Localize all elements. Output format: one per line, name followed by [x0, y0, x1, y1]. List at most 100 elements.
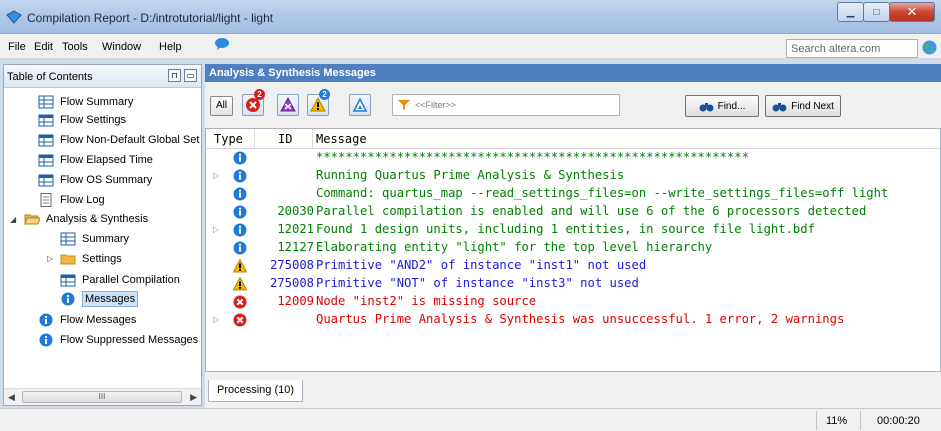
message-type-cell: [233, 223, 247, 237]
warning-filter-button[interactable]: 2: [307, 89, 330, 116]
error-filter-button[interactable]: 2: [242, 89, 265, 116]
menu-edit[interactable]: Edit: [34, 41, 53, 53]
info-icon: [233, 223, 247, 237]
title-bar: Compilation Report - D:/introtutorial/li…: [0, 0, 941, 34]
column-type[interactable]: Type: [214, 132, 243, 146]
info-icon: [39, 313, 53, 327]
toc-item-flow-elapsed-time[interactable]: Flow Elapsed Time: [38, 150, 153, 170]
table-row[interactable]: 275008 Primitive "NOT" of instance "inst3…: [206, 275, 940, 293]
message-type-cell: [233, 241, 247, 255]
toc-item-label: Parallel Compilation: [82, 274, 180, 286]
find-next-button[interactable]: Find Next: [765, 95, 841, 117]
table-icon: [38, 95, 54, 109]
tab-strip: Processing (10): [205, 380, 941, 408]
critical-warning-filter-button[interactable]: [277, 94, 299, 116]
column-message[interactable]: Message: [316, 132, 367, 146]
table-icon: [38, 154, 54, 167]
close-button[interactable]: ✕: [889, 2, 935, 22]
scroll-right-icon[interactable]: ▶: [190, 392, 197, 403]
table-header: Type ID Message: [206, 129, 940, 149]
help-bubble-icon[interactable]: [214, 37, 230, 50]
toc-item-flow-messages[interactable]: Flow Messages: [38, 310, 136, 330]
menu-help[interactable]: Help: [159, 41, 182, 53]
table-row[interactable]: ****************************************…: [206, 149, 940, 167]
message-text-cell: Parallel compilation is enabled and will…: [316, 204, 867, 218]
message-id-cell: 275008: [269, 276, 314, 290]
menu-window[interactable]: Window: [102, 41, 141, 53]
table-row[interactable]: ▷ Running Quartus Prime Analysis & Synthe…: [206, 167, 940, 185]
toc-item-flow-suppressed-messages[interactable]: Flow Suppressed Messages: [38, 330, 198, 350]
toc-item-label: Flow Messages: [60, 314, 137, 326]
find-next-label: Find Next: [791, 100, 834, 112]
toc-item-flow-non-default-global-settings[interactable]: Flow Non-Default Global Set: [38, 130, 199, 150]
show-all-button[interactable]: All: [210, 96, 233, 116]
maximize-button[interactable]: □: [863, 2, 890, 22]
scroll-thumb[interactable]: III: [22, 391, 182, 403]
toc-item-flow-log[interactable]: Flow Log: [38, 190, 105, 210]
message-id-cell: 12021: [277, 222, 314, 236]
message-type-cell: [233, 169, 247, 183]
status-bar: 11% 00:00:20: [0, 408, 941, 431]
toc-item-parallel-compilation[interactable]: Parallel Compilation: [60, 270, 180, 290]
info-icon: [233, 187, 247, 201]
toc-item-flow-os-summary[interactable]: Flow OS Summary: [38, 170, 152, 190]
message-text-cell: Elaborating entity "light" for the top l…: [316, 240, 713, 254]
pin-icon: ⊓: [171, 71, 178, 80]
table-row[interactable]: Command: quartus_map --read_settings_fil…: [206, 185, 940, 203]
tab-processing[interactable]: Processing (10): [208, 380, 304, 402]
search-input[interactable]: Search altera.com: [786, 39, 918, 58]
table-icon: [38, 174, 54, 187]
message-id-cell: 275008: [269, 258, 314, 272]
suppressed-filter-button[interactable]: [349, 94, 371, 116]
table-row[interactable]: ▷ 12021 Found 1 design units, including 1 …: [206, 221, 940, 239]
menu-tools[interactable]: Tools: [62, 41, 88, 53]
minimize-icon: ▁: [846, 6, 855, 18]
toc-item-label: Flow Settings: [60, 114, 127, 126]
info-icon: [233, 205, 247, 219]
toc-item-summary[interactable]: Summary: [60, 229, 129, 249]
toc-horizontal-scrollbar[interactable]: ◀ III ▶: [4, 388, 201, 405]
toc-item-messages[interactable]: Messages: [60, 289, 139, 309]
message-type-cell: [233, 295, 247, 309]
toc-pin-button[interactable]: ⊓: [168, 69, 181, 82]
filter-input[interactable]: <<Filter>>: [392, 94, 620, 116]
message-text-cell: Primitive "AND2" of instance "inst1" not…: [316, 258, 647, 272]
table-row[interactable]: 275008 Primitive "AND2" of instance "inst…: [206, 257, 940, 275]
toc-float-button[interactable]: ▭: [184, 69, 197, 82]
warning-count-badge: 2: [319, 89, 330, 100]
toc-item-label: Flow Summary: [60, 96, 134, 108]
toc-item-settings[interactable]: Settings: [60, 249, 122, 269]
folder-icon: [60, 254, 76, 265]
progress-percent: 11%: [826, 415, 848, 427]
expanded-arrow-icon[interactable]: ◢: [10, 215, 16, 224]
toc-item-flow-summary[interactable]: Flow Summary: [38, 92, 133, 112]
filter-placeholder: <<Filter>>: [415, 100, 457, 110]
globe-icon[interactable]: [922, 40, 937, 55]
message-type-cell: [233, 205, 247, 219]
find-button[interactable]: Find...: [685, 95, 759, 117]
error-count-badge: 2: [254, 89, 265, 100]
message-text-cell: Running Quartus Prime Analysis & Synthes…: [316, 168, 625, 182]
toc-item-analysis-synthesis[interactable]: Analysis & Synthesis: [24, 209, 148, 229]
menu-file[interactable]: File: [8, 41, 26, 53]
info-icon: [233, 241, 247, 255]
table-row[interactable]: 20030 Parallel compilation is enabled and…: [206, 203, 940, 221]
expand-row-icon[interactable]: ▷: [213, 225, 219, 234]
table-row[interactable]: ▷ Quartus Prime Analysis & Synthesis was …: [206, 311, 940, 329]
toc-item-flow-settings[interactable]: Flow Settings: [38, 110, 126, 130]
messages-table: Type ID Message ************************…: [205, 128, 941, 372]
toc-item-label: Flow Suppressed Messages: [60, 334, 199, 346]
table-row[interactable]: 12127 Elaborating entity "light" for the …: [206, 239, 940, 257]
collapsed-arrow-icon[interactable]: ▷: [47, 254, 53, 263]
expand-row-icon[interactable]: ▷: [213, 171, 219, 180]
minimize-button[interactable]: ▁: [837, 2, 864, 22]
toc-item-label: Summary: [82, 233, 130, 245]
info-icon: [233, 169, 247, 183]
messages-panel-title: Analysis & Synthesis Messages: [205, 64, 941, 82]
message-text-cell: Primitive "NOT" of instance "inst3" not …: [316, 276, 639, 290]
table-row[interactable]: 12009 Node "inst2" is missing source: [206, 293, 940, 311]
error-icon: [233, 313, 247, 327]
expand-row-icon[interactable]: ▷: [213, 315, 219, 324]
column-id[interactable]: ID: [278, 132, 292, 146]
scroll-left-icon[interactable]: ◀: [8, 392, 15, 403]
